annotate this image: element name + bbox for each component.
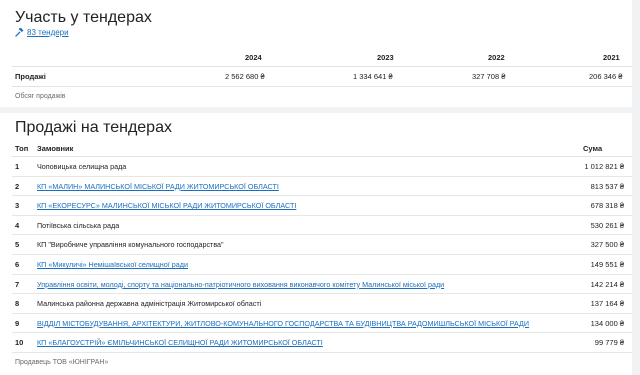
sales-tenders-card: Продажі на тендерах Топ Замовник Сума 1 Ч… bbox=[0, 113, 632, 375]
tenders-link[interactable]: 83 тендери bbox=[15, 28, 69, 37]
rank-number: 3 bbox=[15, 201, 20, 211]
customer-link[interactable]: КП «Микуличі» Немішаївської селищної рад… bbox=[37, 260, 188, 269]
divider bbox=[12, 86, 632, 87]
customer-name: Потіївська сільська рада bbox=[37, 220, 120, 230]
customer-link[interactable]: КП «БЛАГОУСТРІЙ» ЄМІЛЬЧИНСЬКОЇ СЕЛИЩНОЇ … bbox=[37, 338, 323, 347]
customer-link[interactable]: КП «ЕКОРЕСУРС» МАЛИНСЬКОЇ МІСЬКОЇ РАДИ Ж… bbox=[37, 201, 296, 210]
row-divider bbox=[12, 351, 632, 353]
sum-value: 813 537 ₴ bbox=[590, 181, 624, 191]
table-row: 3 КП «ЕКОРЕСУРС» МАЛИНСЬКОЇ МІСЬКОЇ РАДИ … bbox=[0, 196, 632, 216]
sum-value: 530 261 ₴ bbox=[590, 220, 624, 230]
column-header-sum: Сума bbox=[583, 144, 603, 153]
rank-number: 5 bbox=[15, 240, 20, 250]
column-header-top: Топ bbox=[15, 144, 29, 153]
sum-value: 99 779 ₴ bbox=[594, 338, 624, 348]
table-row: 9 ВІДДІЛ МІСТОБУДУВАННЯ, АРХІТЕКТУРИ, ЖИТ… bbox=[0, 314, 632, 334]
table-row: 10 КП «БЛАГОУСТРІЙ» ЄМІЛЬЧИНСЬКОЇ СЕЛИЩНО… bbox=[0, 333, 632, 353]
sum-value: 134 000 ₴ bbox=[590, 318, 624, 328]
customer-name: Малинська районна державна адміністрація… bbox=[37, 299, 262, 309]
sum-value: 142 214 ₴ bbox=[590, 279, 624, 289]
column-header-customer: Замовник bbox=[37, 144, 74, 153]
rank-number: 7 bbox=[15, 279, 20, 289]
tenders-link-label[interactable]: 83 тендери bbox=[27, 28, 69, 37]
sum-value: 149 551 ₴ bbox=[590, 260, 624, 269]
table-row: 1 Чоповицька селищна рада 1 012 821 ₴ bbox=[0, 157, 632, 177]
rank-number: 10 bbox=[15, 338, 24, 348]
sales-tenders-title: Продажі на тендерах bbox=[15, 119, 172, 136]
sum-value: 1 012 821 ₴ bbox=[584, 162, 624, 171]
table-row: 8 Малинська районна державна адміністраці… bbox=[0, 294, 632, 314]
year-header: 2023 bbox=[377, 53, 394, 62]
seller-note: Продавець ТОВ «ЮНІГРАН» bbox=[15, 359, 109, 366]
table-row: 2 КП «МАЛИН» МАЛИНСЬКОЇ МІСЬКОЇ РАДИ ЖИТО… bbox=[0, 177, 632, 197]
participation-card: Участь у тендерах 83 тендери 2024 2023 2… bbox=[0, 0, 632, 107]
rank-number: 8 bbox=[15, 299, 20, 309]
hammer-icon bbox=[15, 28, 24, 37]
sales-volume-note: Обсяг продажів bbox=[15, 93, 66, 100]
customer-link[interactable]: Управління освіти, молоді, спорту та нац… bbox=[37, 280, 444, 289]
sales-row-label: Продажі bbox=[15, 72, 46, 81]
sum-value: 327 500 ₴ bbox=[590, 240, 624, 250]
table-row: 5 КП "Виробниче управління комунального г… bbox=[0, 235, 632, 255]
participation-title: Участь у тендерах bbox=[15, 9, 152, 26]
customer-link[interactable]: ВІДДІЛ МІСТОБУДУВАННЯ, АРХІТЕКТУРИ, ЖИТЛ… bbox=[37, 319, 529, 328]
divider bbox=[12, 66, 632, 67]
table-row: 6 КП «Микуличі» Немішаївської селищної ра… bbox=[0, 255, 632, 275]
customer-name: Чоповицька селищна рада bbox=[37, 162, 127, 171]
rank-number: 6 bbox=[15, 260, 20, 269]
customer-link[interactable]: КП «МАЛИН» МАЛИНСЬКОЇ МІСЬКОЇ РАДИ ЖИТОМ… bbox=[37, 182, 279, 191]
table-row: 4 Потіївська сільська рада 530 261 ₴ bbox=[0, 216, 632, 236]
customer-name: КП "Виробниче управління комунального го… bbox=[37, 240, 224, 250]
sum-value: 137 164 ₴ bbox=[590, 299, 624, 309]
sales-value: 2 562 680 ₴ bbox=[225, 72, 265, 81]
rank-number: 9 bbox=[15, 318, 20, 328]
rank-number: 2 bbox=[15, 181, 20, 191]
sales-value: 327 708 ₴ bbox=[472, 72, 506, 81]
rank-number: 4 bbox=[15, 220, 20, 230]
sales-value: 1 334 641 ₴ bbox=[353, 72, 393, 81]
year-header: 2021 bbox=[603, 53, 620, 62]
rank-number: 1 bbox=[15, 162, 20, 171]
table-row: 7 Управління освіти, молоді, спорту та на… bbox=[0, 275, 632, 295]
year-header: 2022 bbox=[488, 53, 505, 62]
sum-value: 678 318 ₴ bbox=[590, 201, 624, 211]
sales-value: 206 346 ₴ bbox=[589, 72, 623, 81]
year-header: 2024 bbox=[245, 53, 262, 62]
